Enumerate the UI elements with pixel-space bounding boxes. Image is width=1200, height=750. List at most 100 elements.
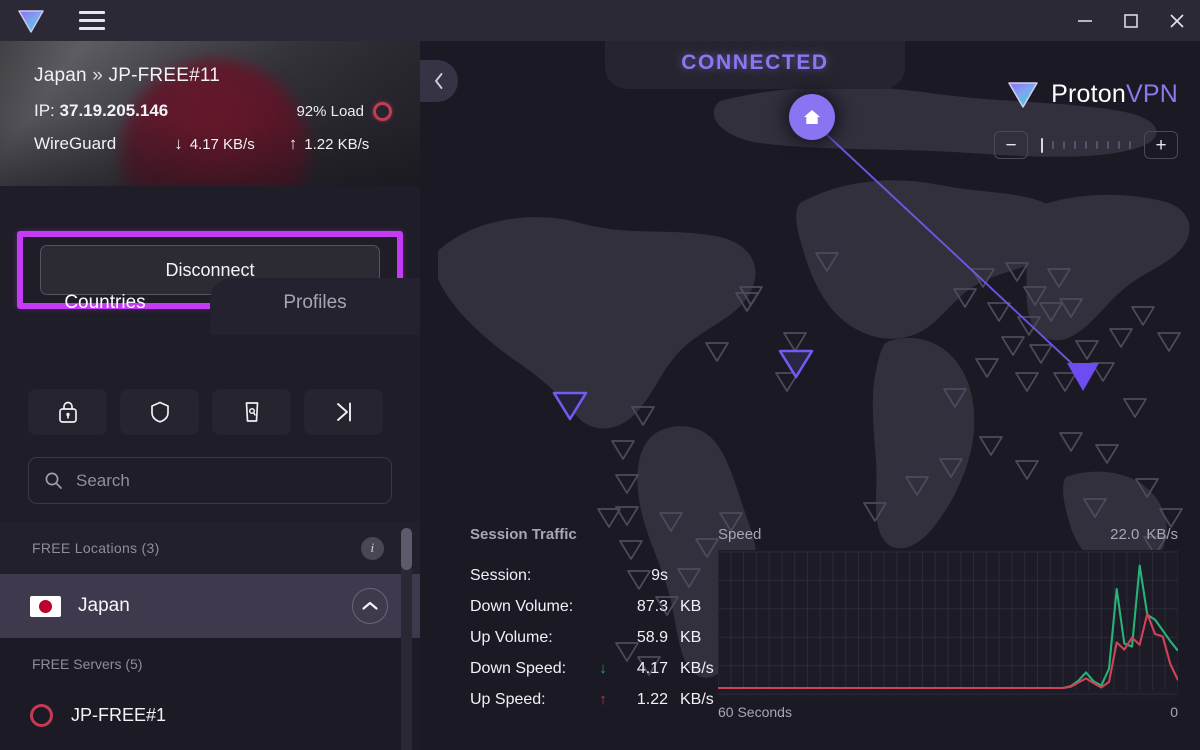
zoom-in-button[interactable]: + <box>1144 131 1178 159</box>
title-bar <box>0 0 1200 41</box>
session-row-label: Session: <box>470 566 532 584</box>
zoom-tick <box>1107 141 1109 149</box>
speed-graph-max: 22.0 KB/s <box>1110 526 1178 543</box>
search-placeholder: Search <box>76 470 130 490</box>
server-list: FREE Locations (3) i Japan FREE Servers … <box>0 522 420 750</box>
filter-icon-row <box>28 389 392 435</box>
map-zoom-control: − + <box>994 131 1178 159</box>
zoom-tick <box>1063 141 1065 149</box>
speed-graph-header: Speed 22.0 KB/s <box>718 526 1178 543</box>
ip-address-line: IP: 37.19.205.146 <box>34 101 168 121</box>
session-traffic-row: Up Speed: ↑ 1.22 KB/s <box>470 684 714 715</box>
flag-japan-icon <box>30 595 61 617</box>
speed-graph-axis: 60 Seconds 0 <box>718 704 1178 720</box>
speed-graph-plot <box>717 550 1179 698</box>
protonvpn-window: Japan » JP-FREE#11 IP: 37.19.205.146 92%… <box>0 0 1200 750</box>
server-load-label: 92% Load <box>296 102 364 120</box>
session-traffic-row: Up Volume: 58.9 KB <box>470 622 710 653</box>
brand-proton: Proton <box>1051 80 1126 108</box>
zoom-slider-handle[interactable] <box>1041 137 1043 153</box>
zoom-tick <box>1129 141 1131 149</box>
netshield-shield-icon[interactable] <box>120 389 199 435</box>
header-upload-speed: ↑ 1.22 KB/s <box>289 134 370 154</box>
session-row-unit: KB/s <box>680 659 714 677</box>
session-row-number: 87.3 <box>636 597 668 615</box>
session-traffic-title: Session Traffic <box>470 526 577 543</box>
chevron-up-icon[interactable] <box>352 588 388 624</box>
session-row-number: 9s <box>651 566 668 584</box>
free-locations-header: FREE Locations (3) i <box>0 522 420 574</box>
zoom-tick <box>1074 141 1076 149</box>
tab-countries-label: Countries <box>64 292 146 313</box>
close-icon[interactable] <box>1154 0 1200 41</box>
connected-country: Japan <box>34 65 87 86</box>
session-row-number: 1.22 <box>636 690 668 708</box>
list-item-japan[interactable]: Japan <box>0 574 420 638</box>
speed-graph-svg <box>717 551 1179 695</box>
info-icon[interactable]: i <box>361 536 384 560</box>
ip-value: 37.19.205.146 <box>59 101 169 120</box>
session-row-value: 58.9 KB <box>594 629 710 647</box>
connected-server: JP-FREE#11 <box>108 65 220 86</box>
zoom-slider-track[interactable] <box>1034 131 1138 159</box>
session-traffic-panel: Session Traffic Session: 9s Down Volume: 87… <box>470 526 714 715</box>
sidebar: Japan » JP-FREE#11 IP: 37.19.205.146 92%… <box>0 41 420 750</box>
graph-gridlines <box>717 551 1179 695</box>
secure-core-icon[interactable] <box>28 389 107 435</box>
header-download-speed: ↓ 4.17 KB/s <box>174 134 255 154</box>
ip-label: IP: <box>34 101 55 120</box>
session-row-label: Down Volume: <box>470 597 574 615</box>
load-ring-icon <box>30 703 53 727</box>
tab-profiles-label: Profiles <box>283 292 347 313</box>
skip-forward-icon[interactable] <box>304 389 383 435</box>
tab-profiles[interactable]: Profiles <box>210 278 420 335</box>
status-badge: CONNECTED <box>605 41 905 89</box>
scrollbar-thumb[interactable] <box>401 528 412 570</box>
free-locations-label: FREE Locations (3) <box>32 540 160 556</box>
breadcrumb-separator: » <box>92 65 104 86</box>
brand-vpn: VPN <box>1125 80 1178 108</box>
speed-graph-title: Speed <box>718 526 762 543</box>
sidebar-tabs: Countries Profiles <box>0 278 420 373</box>
search-input[interactable]: Search <box>28 457 392 504</box>
speed-graph-xlabel-left: 60 Seconds <box>718 704 792 720</box>
minimize-icon[interactable] <box>1062 0 1108 41</box>
zoom-tick <box>1118 141 1120 149</box>
session-traffic-row: Down Speed: ↓ 4.17 KB/s <box>470 653 714 684</box>
zoom-out-button[interactable]: − <box>994 131 1028 159</box>
list-scrollbar[interactable] <box>401 528 412 750</box>
chevron-left-icon <box>435 73 443 89</box>
home-icon <box>804 110 820 124</box>
streaming-card-icon[interactable] <box>212 389 291 435</box>
zoom-tick <box>1096 141 1098 149</box>
session-row-number: 4.17 <box>636 659 668 677</box>
table-row[interactable]: JP-FREE#2 <box>0 740 420 750</box>
table-row[interactable]: JP-FREE#1 <box>0 690 420 740</box>
zoom-tick <box>1052 141 1054 149</box>
speed-graph-xlabel-right: 0 <box>1170 704 1178 720</box>
speed-graph-max-unit: KB/s <box>1146 526 1178 543</box>
protonvpn-logo-icon <box>1008 82 1038 108</box>
session-traffic-row: Down Volume: 87.3 KB <box>470 591 710 622</box>
session-row-label: Up Volume: <box>470 628 553 646</box>
home-location-marker[interactable] <box>789 94 835 140</box>
country-name-label: Japan <box>78 595 130 616</box>
speed-graph-max-value: 22.0 <box>1110 526 1140 543</box>
maximize-icon[interactable] <box>1108 0 1154 41</box>
session-row-unit: KB/s <box>680 690 714 708</box>
upload-arrow-icon: ↑ <box>599 691 607 708</box>
brand-name: ProtonVPN <box>1051 80 1178 109</box>
hamburger-menu-icon[interactable] <box>74 6 110 36</box>
session-traffic-row: Session: 9s <box>470 560 710 591</box>
download-arrow-icon: ↓ <box>599 660 607 677</box>
connection-header: Japan » JP-FREE#11 IP: 37.19.205.146 92%… <box>0 41 420 186</box>
protocol-label: WireGuard <box>34 134 117 153</box>
download-arrow-icon: ↓ <box>174 134 183 153</box>
search-icon <box>45 472 62 489</box>
tab-countries[interactable]: Countries <box>0 278 210 373</box>
session-row-value: ↑ 1.22 KB/s <box>594 690 714 709</box>
session-row-value: 9s <box>594 567 710 585</box>
session-row-unit: KB <box>680 628 702 646</box>
protonvpn-logo-icon <box>16 6 48 36</box>
session-row-unit: KB <box>680 597 702 615</box>
